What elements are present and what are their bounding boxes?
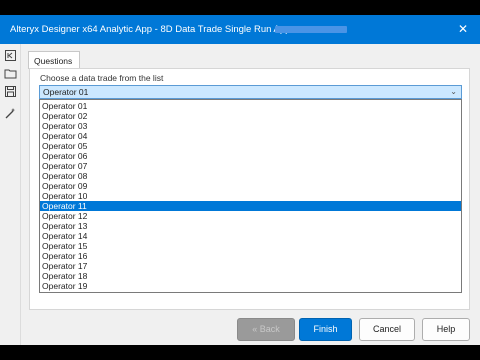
dropdown-option[interactable]: Operator 04 bbox=[40, 131, 461, 141]
dropdown-option[interactable]: Operator 17 bbox=[40, 261, 461, 271]
app-window: Alteryx Designer x64 Analytic App - 8D D… bbox=[0, 15, 480, 345]
dropdown-option[interactable]: Operator 12 bbox=[40, 211, 461, 221]
back-button[interactable]: « Back bbox=[237, 318, 295, 341]
cancel-button[interactable]: Cancel bbox=[359, 318, 415, 341]
dropdown-option[interactable]: Operator 03 bbox=[40, 121, 461, 131]
dropdown-option[interactable]: Operator 14 bbox=[40, 231, 461, 241]
dropdown-option[interactable]: Operator 19 bbox=[40, 281, 461, 291]
dropdown-option[interactable]: Operator 08 bbox=[40, 171, 461, 181]
help-button[interactable]: Help bbox=[422, 318, 470, 341]
save-icon[interactable] bbox=[3, 84, 18, 99]
dropdown-option[interactable]: Operator 11 bbox=[40, 201, 461, 211]
open-folder-icon[interactable] bbox=[3, 66, 18, 81]
dropdown-option[interactable]: Operator 01 bbox=[40, 101, 461, 111]
dropdown-option[interactable]: Operator 05 bbox=[40, 141, 461, 151]
back-to-start-icon[interactable] bbox=[3, 48, 18, 63]
close-button[interactable]: ✕ bbox=[454, 20, 472, 38]
dropdown-option[interactable]: Operator 06 bbox=[40, 151, 461, 161]
dropdown-option[interactable]: Operator 18 bbox=[40, 271, 461, 281]
finish-button[interactable]: Finish bbox=[299, 318, 352, 341]
dropdown-option[interactable]: Operator 16 bbox=[40, 251, 461, 261]
magic-wand-icon[interactable] bbox=[3, 106, 18, 121]
dropdown-option[interactable]: Operator 09 bbox=[40, 181, 461, 191]
dropdown-option[interactable]: Operator 15 bbox=[40, 241, 461, 251]
question-label: Choose a data trade from the list bbox=[40, 73, 164, 83]
data-trade-dropdown[interactable]: Operator 01 ⌄ bbox=[39, 85, 462, 99]
dropdown-option[interactable]: Operator 10 bbox=[40, 191, 461, 201]
dropdown-option-list[interactable]: Operator 01 Operator 02 Operator 03 Operato… bbox=[39, 99, 462, 293]
side-toolbar bbox=[0, 44, 21, 345]
dropdown-option[interactable]: Operator 07 bbox=[40, 161, 461, 171]
dropdown-option[interactable]: Operator 13 bbox=[40, 221, 461, 231]
dropdown-selected-value: Operator 01 bbox=[43, 87, 89, 97]
title-bar[interactable]: Alteryx Designer x64 Analytic App - 8D D… bbox=[0, 15, 480, 44]
redacted-title-segment bbox=[275, 26, 347, 33]
questions-panel: Choose a data trade from the list Operat… bbox=[29, 68, 470, 310]
letterbox-bar bbox=[0, 345, 480, 360]
tab-questions[interactable]: Questions bbox=[28, 51, 80, 69]
chevron-down-icon[interactable]: ⌄ bbox=[450, 87, 457, 96]
dropdown-option[interactable]: Operator 02 bbox=[40, 111, 461, 121]
window-title: Alteryx Designer x64 Analytic App - 8D D… bbox=[10, 24, 297, 35]
